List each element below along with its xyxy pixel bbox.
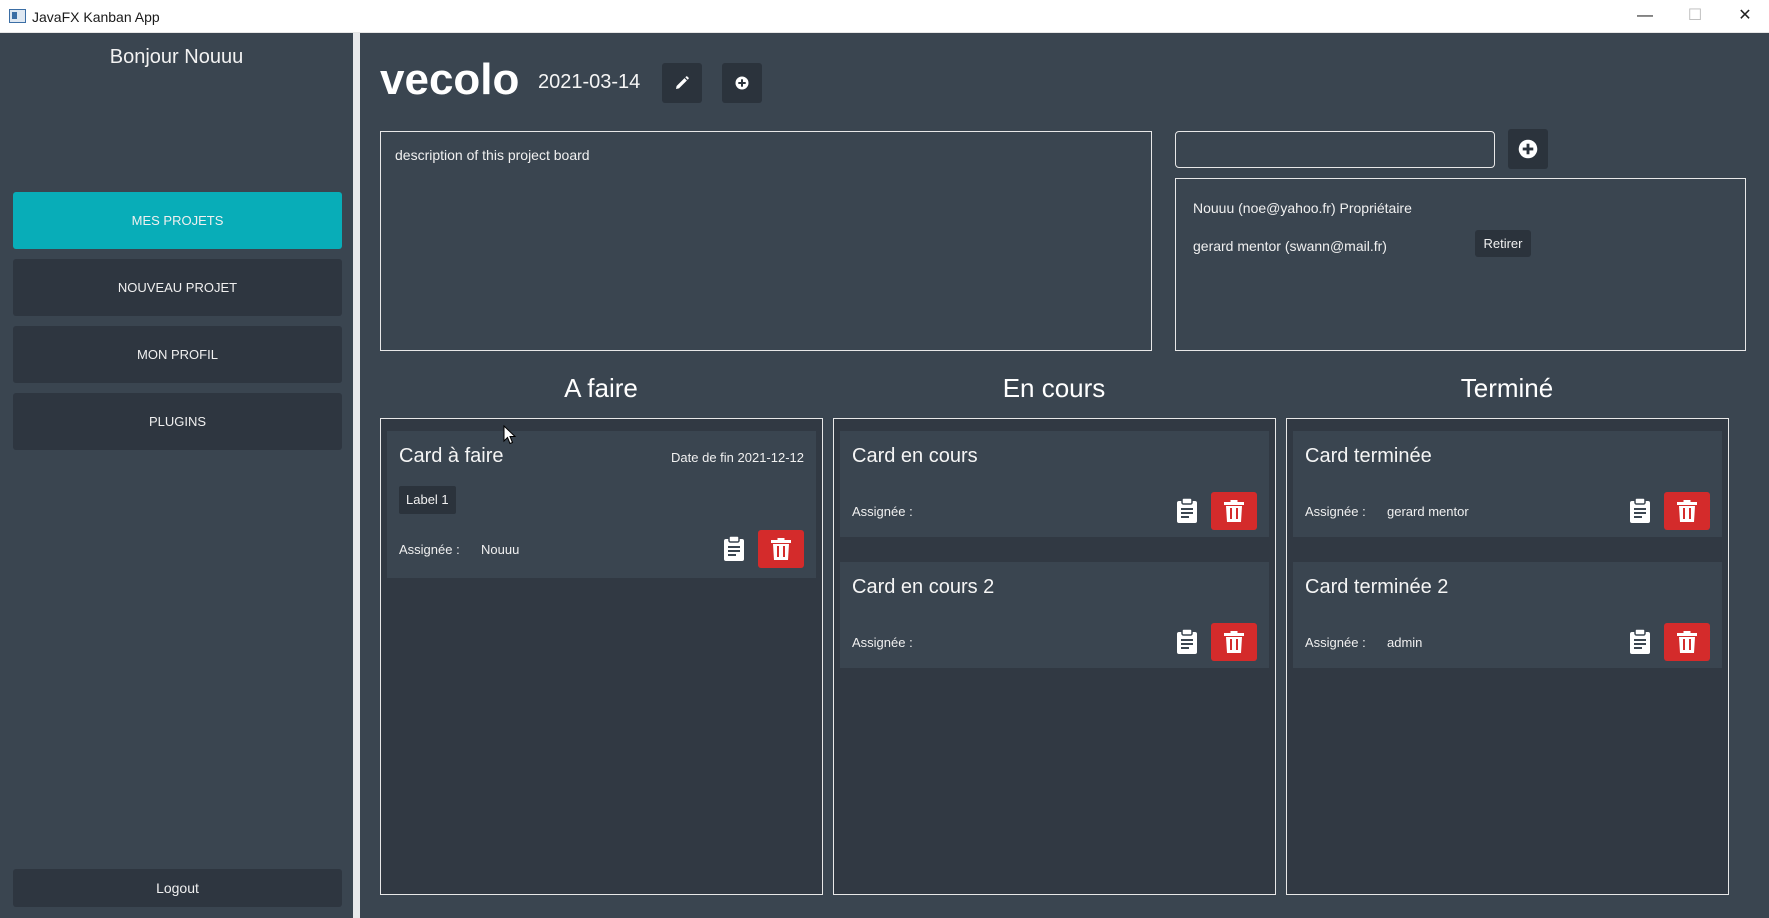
sidebar-item-plugins[interactable]: PLUGINS (13, 393, 342, 450)
app-icon (9, 9, 26, 23)
close-button[interactable]: ✕ (1720, 0, 1769, 33)
description-text: description of this project board (395, 147, 590, 163)
edit-project-button[interactable] (662, 63, 702, 103)
clipboard-icon (1630, 629, 1650, 654)
assignee-name: gerard mentor (1387, 504, 1469, 519)
assignee-name: Nouuu (481, 542, 520, 557)
trash-icon (1224, 631, 1244, 653)
assignee-label: Assignée : (1305, 635, 1366, 650)
assignee-label: Assignée : (399, 542, 460, 557)
member-email-input[interactable] (1175, 131, 1495, 168)
assignee-name: admin (1387, 635, 1423, 650)
remove-member-button[interactable]: Retirer (1475, 230, 1531, 257)
assignee-label: Assignée : (852, 504, 913, 519)
card[interactable]: Card terminée Assignée : gerard mentor (1293, 431, 1722, 537)
clipboard-icon (1630, 498, 1650, 523)
window-titlebar: JavaFX Kanban App — ☐ ✕ (0, 0, 1769, 33)
maximize-button[interactable]: ☐ (1670, 0, 1720, 33)
column-title-termine: Terminé (1460, 373, 1554, 403)
column-title-en-cours: En cours (1002, 373, 1106, 403)
delete-card-button[interactable] (1211, 492, 1257, 530)
card-details-button[interactable] (1172, 495, 1202, 527)
card-details-button[interactable] (1625, 626, 1655, 658)
add-column-button[interactable] (722, 63, 762, 103)
card[interactable]: Card en cours 2 Assignée : (840, 562, 1269, 668)
members-list: Nouuu (noe@yahoo.fr) Propriétaire gerard… (1175, 178, 1746, 351)
logout-button[interactable]: Logout (13, 869, 342, 907)
card-title: Card terminée (1305, 445, 1432, 467)
member-item: gerard mentor (swann@mail.fr) (1193, 238, 1387, 254)
mouse-cursor-icon (503, 425, 517, 445)
clipboard-icon (1177, 498, 1197, 523)
column-termine: Card terminée Assignée : gerard mentor C… (1286, 418, 1729, 895)
card-details-button[interactable] (719, 533, 749, 565)
delete-card-button[interactable] (1664, 623, 1710, 661)
card-title: Card à faire (399, 445, 504, 467)
sidebar: Bonjour Nouuu MES PROJETS NOUVEAU PROJET… (0, 33, 353, 918)
project-date: 2021-03-14 (538, 71, 641, 93)
card-title: Card en cours 2 (852, 576, 995, 598)
card[interactable]: Card en cours Assignée : (840, 431, 1269, 537)
sidebar-divider[interactable] (353, 33, 360, 918)
assignee-label: Assignée : (852, 635, 913, 650)
column-en-cours: Card en cours Assignée : Card en cours 2… (833, 418, 1276, 895)
sidebar-item-mon-profil[interactable]: MON PROFIL (13, 326, 342, 383)
card-details-button[interactable] (1172, 626, 1202, 658)
delete-card-button[interactable] (1664, 492, 1710, 530)
card[interactable]: Card terminée 2 Assignée : admin (1293, 562, 1722, 668)
sidebar-item-mes-projets[interactable]: MES PROJETS (13, 192, 342, 249)
trash-icon (771, 538, 791, 560)
card-due-date: Date de fin 2021-12-12 (671, 450, 804, 465)
minimize-button[interactable]: — (1620, 0, 1670, 33)
project-description[interactable]: description of this project board (380, 131, 1152, 351)
window-title: JavaFX Kanban App (32, 9, 160, 25)
member-item: Nouuu (noe@yahoo.fr) Propriétaire (1193, 200, 1412, 216)
column-a-faire: Card à faire Date de fin 2021-12-12 Labe… (380, 418, 823, 895)
card[interactable]: Card à faire Date de fin 2021-12-12 Labe… (387, 431, 816, 578)
delete-card-button[interactable] (1211, 623, 1257, 661)
project-board: vecolo 2021-03-14 description of this pr… (360, 33, 1769, 918)
clipboard-icon (1177, 629, 1197, 654)
delete-card-button[interactable] (758, 530, 804, 568)
project-title: vecolo (380, 55, 520, 104)
greeting: Bonjour Nouuu (109, 46, 244, 68)
pencil-icon (676, 76, 689, 89)
trash-icon (1677, 631, 1697, 653)
plus-circle-icon (735, 76, 749, 90)
card-details-button[interactable] (1625, 495, 1655, 527)
card-title: Card en cours (852, 445, 978, 467)
trash-icon (1677, 500, 1697, 522)
add-member-button[interactable] (1508, 129, 1548, 169)
card-title: Card terminée 2 (1305, 576, 1449, 598)
clipboard-icon (724, 536, 744, 561)
column-title-a-faire: A faire (564, 373, 638, 403)
plus-circle-icon (1518, 139, 1538, 159)
card-label-tag[interactable]: Label 1 (399, 486, 456, 514)
sidebar-item-nouveau-projet[interactable]: NOUVEAU PROJET (13, 259, 342, 316)
trash-icon (1224, 500, 1244, 522)
assignee-label: Assignée : (1305, 504, 1366, 519)
